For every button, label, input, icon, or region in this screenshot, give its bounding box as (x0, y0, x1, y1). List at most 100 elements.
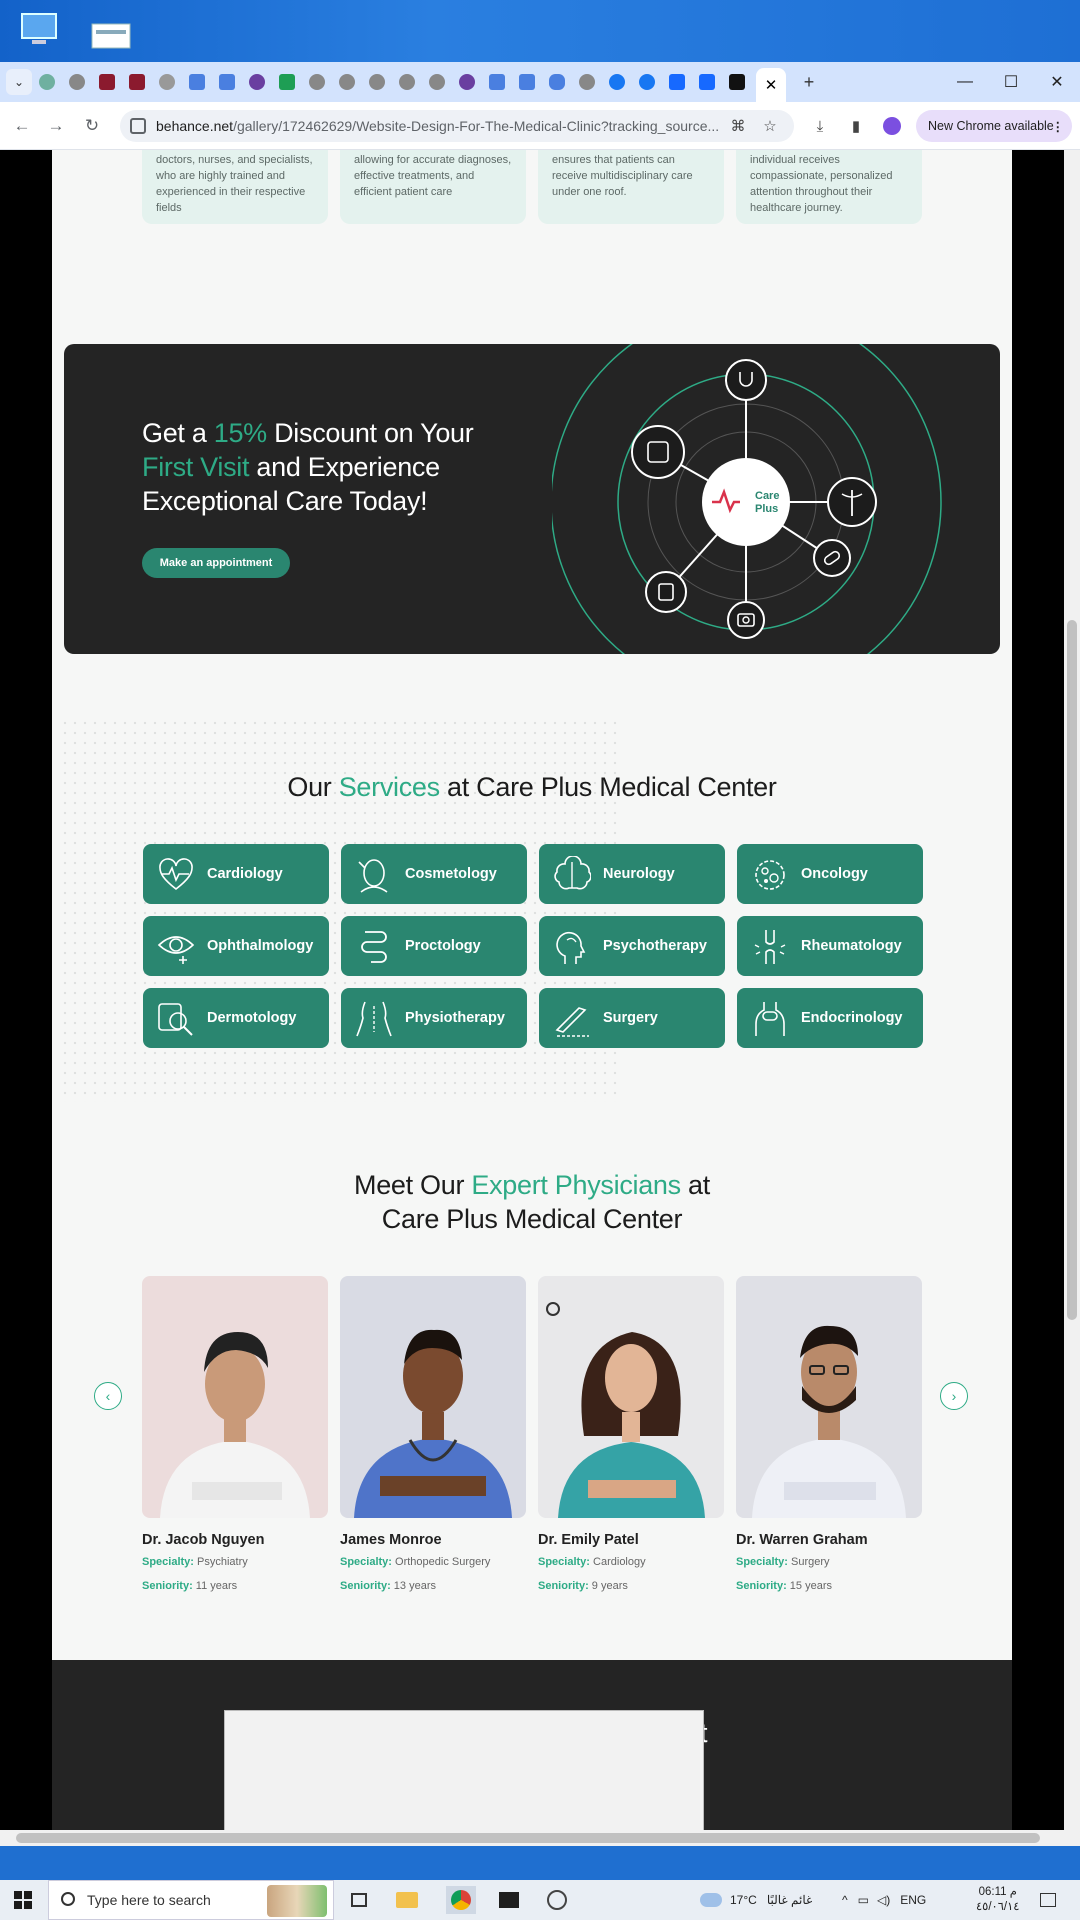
service-endocrinology-button[interactable]: Endocrinology (737, 988, 923, 1048)
head-icon (556, 931, 586, 964)
download-icon[interactable]: ⤓ (810, 116, 830, 136)
tab-favicon[interactable] (486, 71, 508, 93)
physician-specialty: Specialty: Cardiology (538, 1556, 646, 1568)
service-dermotology-button[interactable]: Dermotology (143, 988, 329, 1048)
tab-favicon[interactable] (636, 71, 658, 93)
physician-card[interactable]: Dr. Warren Graham Specialty: Surgery Sen… (736, 1276, 922, 1592)
tab-favicon[interactable] (336, 71, 358, 93)
language-indicator[interactable]: ENG (900, 1893, 926, 1907)
tab-favicon[interactable] (546, 71, 568, 93)
this-pc-icon[interactable] (16, 8, 62, 54)
pills-node-icon (631, 425, 685, 479)
service-cosmetology-button[interactable]: Cosmetology (341, 844, 527, 904)
carousel-next-button[interactable]: › (940, 1382, 968, 1410)
scrollbar-thumb[interactable] (1067, 620, 1077, 1320)
service-proctology-button[interactable]: Proctology (341, 916, 527, 976)
service-neurology-button[interactable]: Neurology (539, 844, 725, 904)
tab-favicon[interactable] (66, 71, 88, 93)
vertical-scrollbar[interactable] (1064, 150, 1080, 1830)
service-cardiology-button[interactable]: Cardiology (143, 844, 329, 904)
tab-favicon[interactable] (456, 71, 478, 93)
side-panel-icon[interactable]: ▮ (846, 116, 866, 136)
chevron-up-icon[interactable]: ^ (842, 1893, 848, 1907)
medicine-bottle-node-icon (645, 571, 687, 613)
back-icon[interactable]: ← (10, 114, 34, 138)
service-label: Dermotology (207, 1010, 297, 1026)
camera-node-icon (727, 601, 765, 639)
service-label: Cosmetology (405, 866, 497, 882)
image-file-icon[interactable] (88, 8, 134, 54)
clock[interactable]: 06:11 م ٤٥/٠٦/١٤ (976, 1880, 1019, 1920)
media-player-icon[interactable] (542, 1886, 572, 1914)
tab-favicon[interactable] (156, 71, 178, 93)
make-appointment-button[interactable]: Make an appointment (142, 548, 290, 578)
url-path: /gallery/172462629/Website-Design-For-Th… (233, 118, 720, 134)
reload-icon[interactable]: ↻ (80, 114, 104, 138)
service-rheumatology-button[interactable]: Rheumatology (737, 916, 923, 976)
chrome-taskbar-icon[interactable] (446, 1886, 476, 1914)
tab-favicon[interactable] (216, 71, 238, 93)
physician-photo (142, 1276, 328, 1518)
service-psychotherapy-button[interactable]: Psychotherapy (539, 916, 725, 976)
service-oncology-button[interactable]: Oncology (737, 844, 923, 904)
tab-favicon[interactable] (426, 71, 448, 93)
service-physiotherapy-button[interactable]: Physiotherapy (341, 988, 527, 1048)
new-chrome-button[interactable]: New Chrome available ⋮ (916, 110, 1072, 142)
address-bar[interactable]: behance.net/gallery/172462629/Website-De… (120, 110, 794, 142)
maximize-icon[interactable]: ☐ (988, 62, 1034, 102)
behance-project-page: doctors, nurses, and specialists, who ar… (52, 150, 1012, 1660)
horizontal-scrollbar-thumb[interactable] (16, 1833, 1040, 1843)
task-view-icon[interactable] (344, 1886, 374, 1914)
tab-close-button[interactable]: ✕ (756, 68, 786, 102)
tab-favicon[interactable] (576, 71, 598, 93)
tab-favicon[interactable] (696, 71, 718, 93)
taskbar-search-input[interactable]: Type here to search (48, 1880, 334, 1920)
new-tab-button[interactable]: + (796, 69, 822, 95)
terminal-icon[interactable] (494, 1886, 524, 1914)
tab-favicon[interactable] (186, 71, 208, 93)
carousel-prev-button[interactable]: ‹ (94, 1382, 122, 1410)
tab-favicon[interactable] (396, 71, 418, 93)
tab-favicon[interactable] (96, 71, 118, 93)
physicians-title: Meet Our Expert Physicians at Care Plus … (354, 1170, 710, 1234)
forward-icon[interactable]: → (44, 114, 68, 138)
feature-card: individual receives compassionate, perso… (736, 150, 922, 224)
service-surgery-button[interactable]: Surgery (539, 988, 725, 1048)
feature-text: doctors, nurses, and specialists, who ar… (156, 154, 313, 214)
system-tray[interactable]: ^ ▭ ◁) ENG (842, 1880, 926, 1920)
notifications-icon[interactable] (1040, 1880, 1056, 1920)
tab-favicon[interactable] (276, 71, 298, 93)
physician-card[interactable]: Dr. Emily Patel Specialty: Cardiology Se… (538, 1276, 724, 1592)
tab-favicon[interactable] (606, 71, 628, 93)
service-ophthalmology-button[interactable]: Ophthalmology (143, 916, 329, 976)
translate-icon[interactable]: ⌘ (728, 116, 748, 136)
tab-favicon[interactable] (726, 71, 748, 93)
tab-favicon[interactable] (126, 71, 148, 93)
start-windows-icon[interactable] (8, 1886, 38, 1914)
volume-icon[interactable]: ◁) (877, 1893, 890, 1907)
profile-avatar-icon[interactable] (882, 116, 902, 136)
close-window-icon[interactable]: ✕ (1034, 62, 1080, 102)
feature-card: ensures that patients can receive multid… (538, 150, 724, 224)
minimize-icon[interactable]: — (942, 62, 988, 102)
file-explorer-icon[interactable] (392, 1886, 422, 1914)
physician-specialty: Specialty: Surgery (736, 1556, 830, 1568)
network-icon[interactable]: ▭ (858, 1893, 869, 1907)
site-info-icon[interactable] (130, 118, 146, 134)
horizontal-scrollbar-track[interactable] (0, 1830, 1080, 1846)
tab-favicon[interactable] (666, 71, 688, 93)
services-title: Our Services at Care Plus Medical Center (287, 772, 777, 802)
tab-favicon[interactable] (516, 71, 538, 93)
tab-favicon[interactable] (366, 71, 388, 93)
physician-card[interactable]: James Monroe Specialty: Orthopedic Surge… (340, 1276, 526, 1592)
cloud-icon (700, 1893, 722, 1907)
physician-card[interactable]: Dr. Jacob Nguyen Specialty: Psychiatry S… (142, 1276, 328, 1592)
tab-search-button[interactable]: ⌄ (6, 69, 32, 95)
tab-favicon[interactable] (36, 71, 58, 93)
new-chrome-label: New Chrome available (928, 119, 1054, 133)
tab-favicon[interactable] (246, 71, 268, 93)
more-menu-icon[interactable]: ⋮ (1052, 119, 1065, 134)
weather-widget[interactable]: 17°C غائم غالبًا (700, 1880, 812, 1920)
bookmark-star-icon[interactable]: ☆ (760, 116, 780, 136)
tab-favicon[interactable] (306, 71, 328, 93)
